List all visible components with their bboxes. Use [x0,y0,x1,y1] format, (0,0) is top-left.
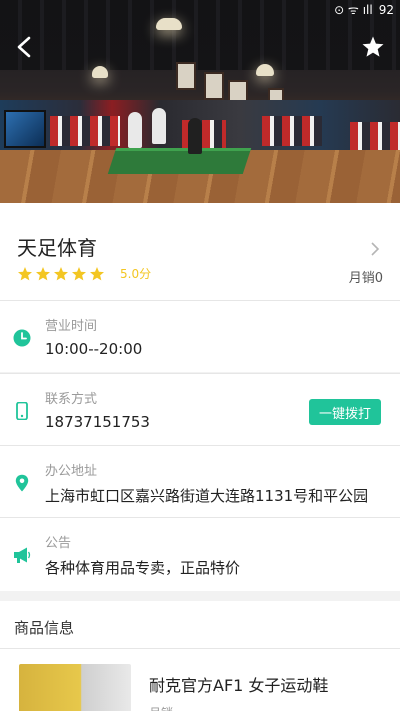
location-pin-icon [15,474,29,492]
contact-label: 联系方式 [45,392,98,407]
star-icon [362,36,384,57]
clock-icon [13,329,31,347]
shop-rating: 5.0分 [17,265,151,282]
call-button[interactable]: 一键拨打 [309,399,381,425]
status-bar: ⊙ ᯤ ıll 92 [334,1,394,18]
battery-level: 92 [378,2,394,17]
product-name: 耐克官方AF1 女子运动鞋 [149,676,329,695]
phone-number[interactable]: 18737151753 [45,413,150,431]
rating-star-icon [36,266,50,280]
business-hours-row: 营业时间 10:00--20:00 [0,301,400,372]
notice-value: 各种体育用品专卖，正品特价 [45,559,241,577]
rating-star-icon [54,266,68,280]
notice-row: 公告 各种体育用品专卖，正品特价 [0,518,400,591]
back-button[interactable] [8,30,42,64]
shop-cover-image: ⊙ ᯤ ıll 92 [0,0,400,203]
products-title: 商品信息 [14,619,75,637]
address-label: 办公地址 [45,464,98,479]
chevron-right-icon [371,242,380,256]
back-arrow-icon [17,36,31,58]
address-value: 上海市虹口区嘉兴路街道大连路1131号和平公园 [45,487,369,505]
notice-label: 公告 [45,536,72,551]
signal-icon: ⊙ ᯤ ıll [334,3,373,17]
product-thumbnail [19,664,131,711]
favorite-button[interactable] [358,32,388,62]
rating-star-icon [90,266,104,280]
business-hours-value: 10:00--20:00 [45,340,143,358]
product-item[interactable]: 耐克官方AF1 女子运动鞋 月销 [0,649,400,711]
shop-header[interactable]: 天足体育 5.0分 月销0 [0,203,400,300]
product-sales: 月销 [149,704,173,711]
megaphone-icon [14,547,31,563]
rating-score: 5.0分 [120,267,152,281]
shop-detail-page: ⊙ ᯤ ıll 92 天足体育 5.0分 月销0 营业时间 10:00--20:… [0,0,400,711]
business-hours-label: 营业时间 [45,319,98,334]
monthly-sales: 月销0 [348,271,383,286]
shop-name: 天足体育 [17,236,97,260]
contact-row: 联系方式 18737151753 一键拨打 [0,374,400,445]
products-section-header: 商品信息 [0,601,400,648]
rating-star-icon [72,266,86,280]
phone-icon [16,402,28,420]
rating-star-icon [18,266,32,280]
address-row: 办公地址 上海市虹口区嘉兴路街道大连路1131号和平公园 [0,446,400,517]
